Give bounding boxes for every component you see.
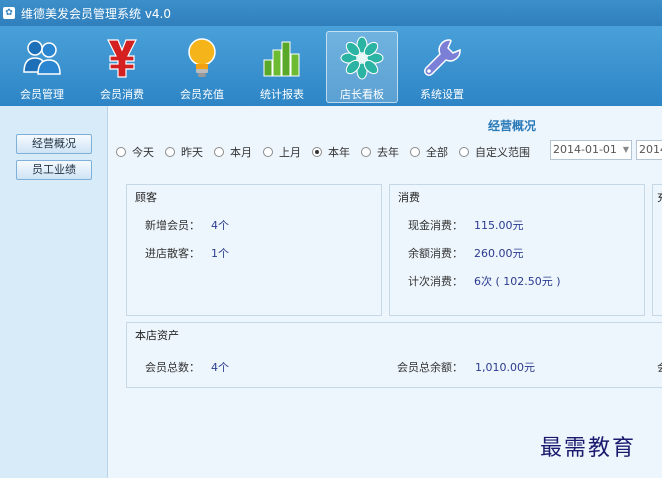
consumption-row-count: 计次消费： 6次 ( 102.50元 ) (408, 273, 561, 289)
row-key: 会员总余额： (397, 361, 463, 374)
lightbulb-icon (188, 38, 216, 77)
radio-label: 上月 (279, 146, 301, 159)
row-value: 6次 ( 102.50元 ) (474, 275, 561, 288)
row-value: 260.00元 (474, 247, 524, 260)
toolbar-system-settings-label: 系统设置 (420, 88, 464, 101)
assets-row-member-count: 会员总数： 4个 (145, 359, 229, 375)
row-value: 1个 (211, 247, 229, 260)
range-radio-group: 今天 昨天 本月 上月 本年 去年 全部 自定义范围 (116, 144, 541, 160)
radio-dot (410, 147, 420, 157)
radio-this-month[interactable]: 本月 (214, 144, 252, 160)
radio-label: 全部 (426, 146, 448, 159)
toolbar-member-recharge[interactable]: 会员充值 (166, 32, 238, 102)
sidebar-item-staff-performance[interactable]: 员工业绩 (16, 160, 92, 180)
row-value: 1,010.00元 (475, 361, 535, 374)
toolbar-statistics-report-label: 统计报表 (260, 88, 304, 101)
main-toolbar: 会员管理 会员消费 会员充值 统计报表 店长看板 系统设置 (0, 26, 662, 106)
watermark-text: 最需教育 (540, 436, 637, 461)
date-from-value: 2014-01-01 (553, 143, 617, 156)
assets-row-member-balance: 会员总余额： 1,010.00元 (397, 359, 535, 375)
assets-panel: 本店资产 会员总数： 4个 会员总余额： 1,010.00元 会 (126, 322, 662, 388)
radio-label: 今天 (132, 146, 154, 159)
radio-dot (214, 147, 224, 157)
title-bar: ✿ 维德美发会员管理系统 v4.0 (0, 0, 662, 26)
bar-chart-icon (263, 41, 300, 77)
customers-row-walk-in: 进店散客： 1个 (145, 245, 229, 261)
row-value: 4个 (211, 219, 229, 232)
left-sidebar: 经营概况 员工业绩 (0, 106, 108, 478)
row-key: 进店散客： (145, 247, 200, 260)
yen-icon (107, 39, 137, 78)
radio-label: 昨天 (181, 146, 203, 159)
radio-label: 自定义范围 (475, 146, 530, 159)
toolbar-member-recharge-label: 会员充值 (180, 88, 224, 101)
radio-last-month[interactable]: 上月 (263, 144, 301, 160)
radio-dot (165, 147, 175, 157)
consumption-panel: 消费 现金消费： 115.00元 余额消费： 260.00元 计次消费： 6次 … (389, 184, 645, 316)
toolbar-manager-board-label: 店长看板 (340, 88, 384, 101)
toolbar-system-settings[interactable]: 系统设置 (406, 32, 478, 102)
row-key: 现金消费： (408, 219, 463, 232)
window-title: 维德美发会员管理系统 v4.0 (21, 6, 172, 21)
assets-row-clipped: 会 (657, 359, 662, 375)
recharge-panel-title: 充 (657, 189, 662, 205)
row-key: 会 (657, 361, 662, 374)
recharge-panel-clipped: 充 (652, 184, 662, 316)
customers-panel: 顾客 新增会员： 4个 进店散客： 1个 (126, 184, 382, 316)
radio-dot (459, 147, 469, 157)
members-icon (23, 40, 61, 75)
radio-label: 本年 (328, 146, 350, 159)
radio-label: 本月 (230, 146, 252, 159)
consumption-row-cash: 现金消费： 115.00元 (408, 217, 524, 233)
toolbar-member-management-label: 会员管理 (20, 88, 64, 101)
consumption-row-balance: 余额消费： 260.00元 (408, 245, 524, 261)
row-key: 计次消费： (408, 275, 463, 288)
row-key: 会员总数： (145, 361, 200, 374)
toolbar-statistics-report[interactable]: 统计报表 (246, 32, 318, 102)
radio-custom-range[interactable]: 自定义范围 (459, 144, 530, 160)
toolbar-member-consumption[interactable]: 会员消费 (86, 32, 158, 102)
radio-dot (263, 147, 273, 157)
radio-this-year[interactable]: 本年 (312, 144, 350, 160)
toolbar-manager-board[interactable]: 店长看板 (326, 31, 398, 103)
radio-dot-checked (312, 147, 322, 157)
radio-today[interactable]: 今天 (116, 144, 154, 160)
main-content: 经营概况 今天 昨天 本月 上月 本年 去年 全部 自定义范围 2014-01-… (108, 106, 662, 478)
radio-last-year[interactable]: 去年 (361, 144, 399, 160)
row-key: 余额消费： (408, 247, 463, 260)
sidebar-item-business-overview[interactable]: 经营概况 (16, 134, 92, 154)
radio-yesterday[interactable]: 昨天 (165, 144, 203, 160)
radio-dot (116, 147, 126, 157)
customers-panel-title: 顾客 (135, 191, 157, 204)
customers-row-new-members: 新增会员： 4个 (145, 217, 229, 233)
wrench-icon (424, 39, 461, 76)
assets-panel-title: 本店资产 (135, 329, 179, 342)
chevron-down-icon: ▼ (622, 145, 629, 154)
consumption-panel-title: 消费 (398, 191, 420, 204)
row-key: 新增会员： (145, 219, 200, 232)
radio-all[interactable]: 全部 (410, 144, 448, 160)
flower-icon (340, 36, 384, 80)
radio-label: 去年 (377, 146, 399, 159)
date-to-picker[interactable]: 2014 (636, 140, 662, 160)
app-icon: ✿ (3, 7, 15, 19)
radio-dot (361, 147, 371, 157)
date-to-value: 2014 (639, 143, 662, 156)
row-value: 115.00元 (474, 219, 524, 232)
toolbar-member-consumption-label: 会员消费 (100, 88, 144, 101)
row-value: 4个 (211, 361, 229, 374)
date-from-picker[interactable]: 2014-01-01 ▼ (550, 140, 632, 160)
section-title: 经营概况 (488, 119, 537, 133)
toolbar-member-management[interactable]: 会员管理 (6, 32, 78, 102)
